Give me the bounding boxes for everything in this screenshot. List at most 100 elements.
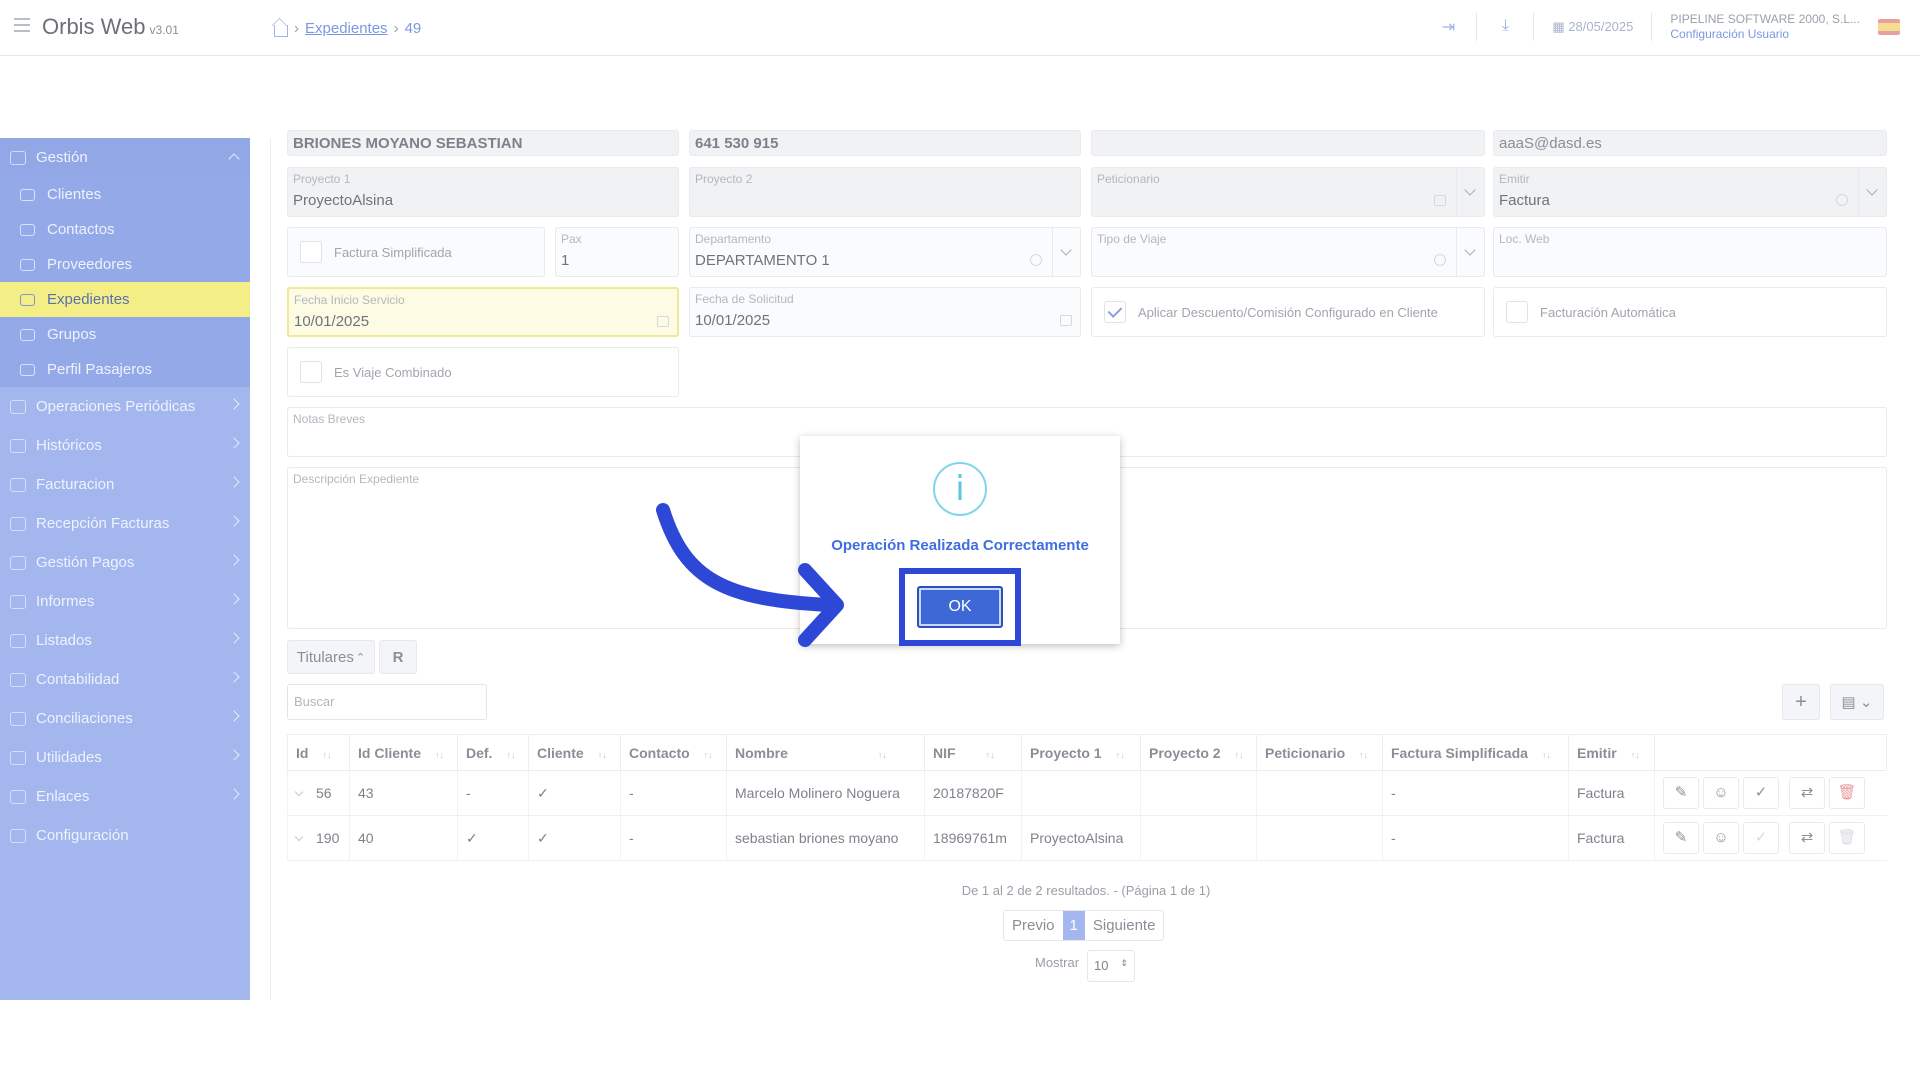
sidebar-sub-proveedores[interactable]: Proveedores (0, 247, 250, 282)
viaje-combinado-checkbox[interactable] (300, 361, 322, 383)
expand-row-icon[interactable] (294, 832, 304, 842)
emitir-dropdown[interactable] (1858, 168, 1886, 216)
breadcrumb-expedientes[interactable]: Expedientes (305, 20, 388, 37)
providers-icon (20, 258, 35, 271)
col-id[interactable]: Id ↑↓ (287, 734, 350, 771)
sidebar-item-operaciones[interactable]: Operaciones Periódicas (0, 387, 250, 426)
spain-flag-icon[interactable] (1878, 19, 1900, 35)
sidebar-item-conciliaciones[interactable]: Conciliaciones (0, 699, 250, 738)
email-field[interactable]: aaaS@dasd.es (1493, 130, 1887, 156)
loc-web-field[interactable]: Loc. Web (1493, 227, 1887, 277)
proyecto1-field[interactable]: Proyecto 1 ProyectoAlsina (287, 167, 679, 217)
folder-open-icon (20, 293, 35, 306)
proyecto2-field[interactable]: Proyecto 2 (689, 167, 1081, 217)
sidebar-sub-contactos[interactable]: Contactos (0, 212, 250, 247)
login-icon[interactable]: ⇥ (1438, 17, 1458, 37)
viaje-combinado-field: Es Viaje Combinado (287, 347, 679, 397)
col-factura-simplificada[interactable]: Factura Simplificada ↑↓ (1382, 734, 1569, 771)
sidebar-sub-perfil-pasajeros[interactable]: Perfil Pasajeros (0, 352, 250, 387)
pax-field[interactable]: Pax 1 (555, 227, 679, 277)
sidebar-item-informes[interactable]: Informes (0, 582, 250, 621)
sidebar-item-utilidades[interactable]: Utilidades (0, 738, 250, 777)
col-def[interactable]: Def. ↑↓ (457, 734, 529, 771)
delete-trash-icon[interactable]: 🗑 (1829, 777, 1865, 809)
col-nif[interactable]: NIF ↑↓ (924, 734, 1022, 771)
user-view-icon[interactable]: ☺ (1703, 777, 1739, 809)
chevron-right-icon (228, 398, 240, 410)
departamento-field[interactable]: Departamento DEPARTAMENTO 1 (689, 227, 1081, 277)
sidebar-item-enlaces[interactable]: Enlaces (0, 777, 250, 816)
col-peticionario[interactable]: Peticionario ↑↓ (1256, 734, 1383, 771)
factura-simplificada-checkbox[interactable] (300, 241, 322, 263)
facturacion-auto-checkbox[interactable] (1506, 301, 1528, 323)
aplicar-descuento-checkbox[interactable] (1104, 301, 1126, 323)
calendar-icon[interactable] (1060, 315, 1072, 326)
empty-field[interactable] (1091, 130, 1485, 156)
sidebar-sub-clientes[interactable]: Clientes (0, 177, 250, 212)
sidebar-item-contabilidad[interactable]: Contabilidad (0, 660, 250, 699)
sidebar-sub-grupos[interactable]: Grupos (0, 317, 250, 352)
col-cliente[interactable]: Cliente ↑↓ (528, 734, 621, 771)
fecha-inicio-field[interactable]: Fecha Inicio Servicio 10/01/2025 (287, 287, 679, 337)
prev-page-button[interactable]: Previo (1004, 911, 1063, 940)
page-1-button[interactable]: 1 (1062, 911, 1085, 940)
page-size-select[interactable]: 10 ⇕ (1087, 950, 1135, 982)
fecha-solicitud-field[interactable]: Fecha de Solicitud 10/01/2025 (689, 287, 1081, 337)
check-icon[interactable]: ✓ (1743, 822, 1779, 854)
payments-icon (10, 555, 26, 570)
sidebar-item-historicos[interactable]: Históricos (0, 426, 250, 465)
col-emitir[interactable]: Emitir ↑↓ (1568, 734, 1655, 771)
table-row[interactable]: 56 43 - ✓ - Marcelo Molinero Noguera 201… (287, 770, 1887, 816)
tipo-viaje-dropdown[interactable] (1456, 228, 1484, 276)
sidebar-item-configuracion[interactable]: Configuración (0, 816, 250, 855)
phone-field[interactable]: 641 530 915 (689, 130, 1081, 156)
tab-titulares[interactable]: Titulares ⌃ (287, 640, 375, 674)
add-button[interactable]: + (1782, 684, 1820, 720)
col-proyecto2[interactable]: Proyecto 2 ↑↓ (1140, 734, 1257, 771)
download-icon[interactable]: ⤓ (1495, 17, 1515, 37)
swap-icon[interactable]: ⇄ (1789, 777, 1825, 809)
menu-icon[interactable] (14, 18, 30, 32)
peticionario-field[interactable]: Peticionario (1091, 167, 1485, 217)
columns-icon[interactable]: ▤ ⌄ (1830, 684, 1884, 720)
check-icon[interactable]: ✓ (1743, 777, 1779, 809)
swap-icon[interactable]: ⇄ (1789, 822, 1825, 854)
app-brand: Orbis Web v3.01 (42, 14, 179, 39)
search-input[interactable]: Buscar (287, 684, 487, 720)
sidebar-item-facturacion[interactable]: Facturacion (0, 465, 250, 504)
tipo-viaje-field[interactable]: Tipo de Viaje (1091, 227, 1485, 277)
home-icon[interactable] (274, 24, 288, 37)
peticionario-dropdown[interactable] (1456, 168, 1484, 216)
folder-icon (10, 438, 26, 453)
ok-button[interactable]: OK (917, 586, 1003, 628)
person-r-icon[interactable]: R (379, 640, 417, 674)
departamento-dropdown[interactable] (1052, 228, 1080, 276)
cliente-name-field[interactable]: BRIONES MOYANO SEBASTIAN (287, 130, 679, 156)
edit-pencil-icon[interactable]: ✎ (1663, 777, 1699, 809)
sidebar-sub-expedientes[interactable]: Expedientes (0, 282, 250, 317)
emitir-field[interactable]: Emitir Factura (1493, 167, 1887, 217)
next-page-button[interactable]: Siguiente (1085, 911, 1164, 940)
table-row[interactable]: 190 40 ✓ ✓ - sebastian briones moyano 18… (287, 815, 1887, 861)
date-display[interactable]: ▦ 28/05/2025 (1552, 19, 1633, 35)
operations-icon (10, 399, 26, 414)
col-contacto[interactable]: Contacto ↑↓ (620, 734, 727, 771)
delete-trash-icon[interactable]: 🗑 (1829, 822, 1865, 854)
sidebar-item-pagos[interactable]: Gestión Pagos (0, 543, 250, 582)
user-view-icon[interactable]: ☺ (1703, 822, 1739, 854)
col-proyecto1[interactable]: Proyecto 1 ↑↓ (1021, 734, 1141, 771)
calendar-icon[interactable] (657, 316, 669, 327)
tools-icon (10, 750, 26, 765)
edit-pencil-icon[interactable]: ✎ (1663, 822, 1699, 854)
col-nombre[interactable]: Nombre ↑↓ (726, 734, 925, 771)
col-id-cliente[interactable]: Id Cliente ↑↓ (349, 734, 458, 771)
sidebar-item-gestion[interactable]: Gestión (0, 138, 250, 177)
sidebar-item-recepcion[interactable]: Recepción Facturas (0, 504, 250, 543)
expand-row-icon[interactable] (294, 787, 304, 797)
chevron-right-icon (228, 710, 240, 722)
chevron-right-icon (228, 515, 240, 527)
breadcrumb-current: 49 (404, 20, 422, 37)
invoice-icon (10, 477, 26, 492)
sidebar-item-listados[interactable]: Listados (0, 621, 250, 660)
config-user-link[interactable]: Configuración Usuario (1670, 27, 1860, 42)
